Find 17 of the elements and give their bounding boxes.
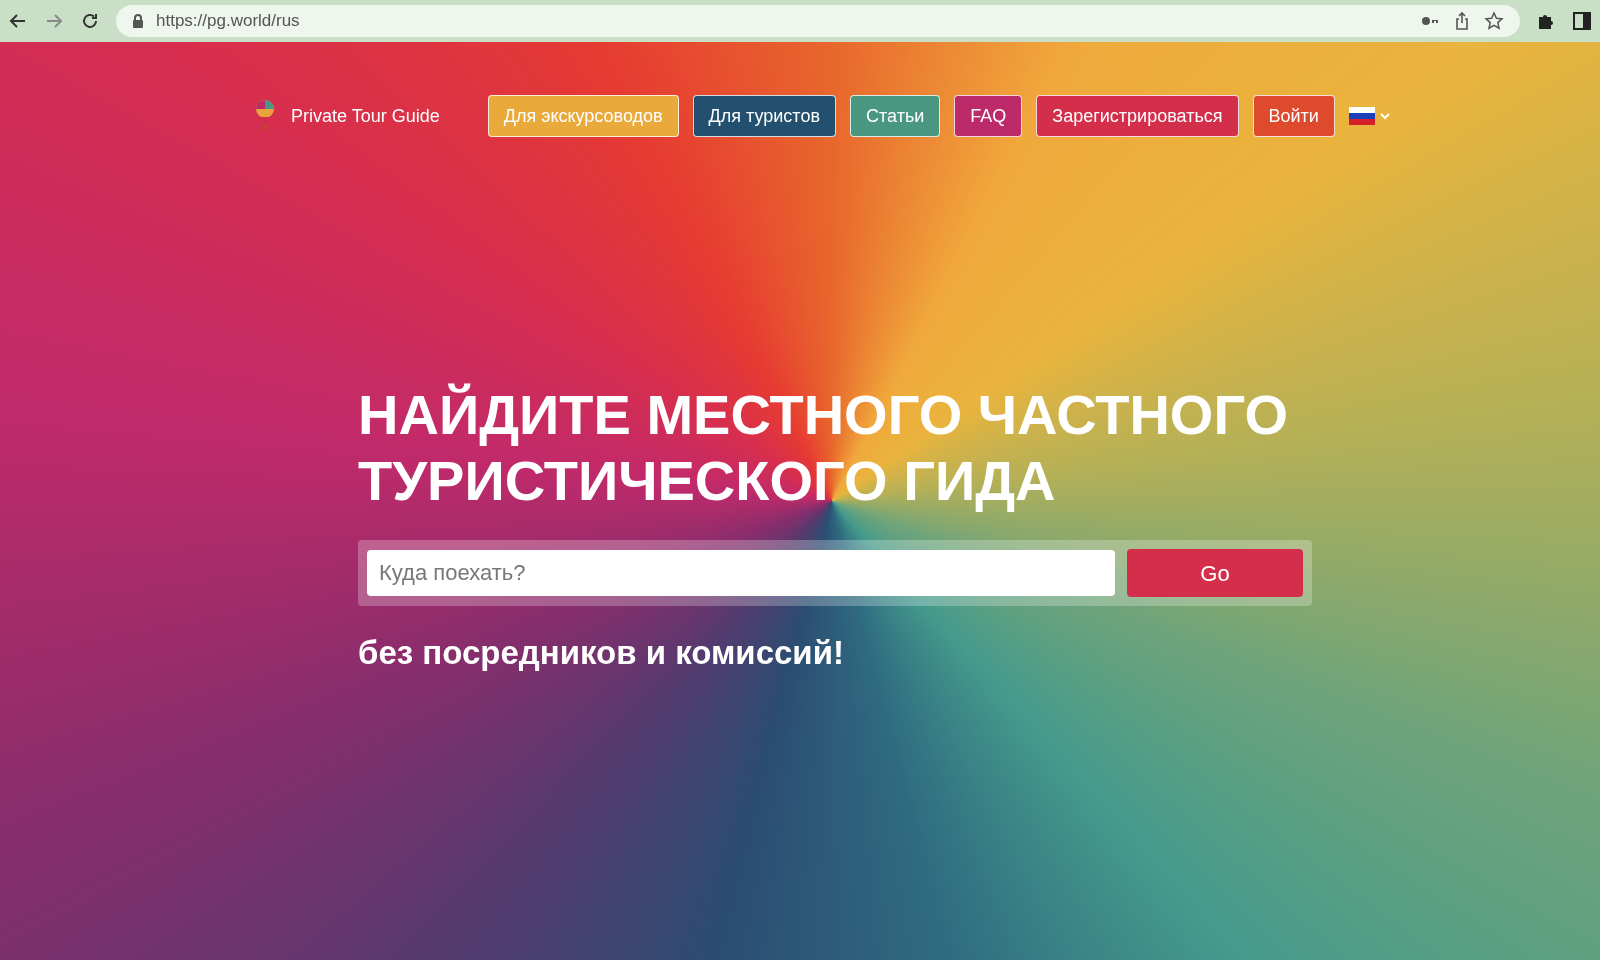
nav-button[interactable]: Зарегистрироваться xyxy=(1036,95,1239,137)
sidebar-icon[interactable] xyxy=(1572,11,1592,31)
russian-flag-icon[interactable] xyxy=(1348,107,1375,125)
reload-icon[interactable] xyxy=(80,11,100,31)
search-field[interactable]: Куда поехать? xyxy=(367,550,1115,596)
nav-button[interactable]: Статьи xyxy=(850,95,941,137)
lock-icon xyxy=(132,13,144,29)
balloon-logo-icon[interactable] xyxy=(255,99,275,133)
go-button[interactable]: Go xyxy=(1127,549,1303,597)
nav-button[interactable]: Для туристов xyxy=(692,95,836,137)
address-bar[interactable]: https://pg.world/rus xyxy=(116,5,1520,37)
logo-text[interactable]: Private Tour Guide xyxy=(291,102,440,130)
nav-button[interactable]: FAQ xyxy=(954,95,1023,137)
nav-button[interactable]: Войти xyxy=(1252,95,1335,137)
url-text: https://pg.world/rus xyxy=(156,10,300,33)
star-icon[interactable] xyxy=(1484,11,1504,31)
tagline: без посредников и комиссий! xyxy=(358,633,845,673)
